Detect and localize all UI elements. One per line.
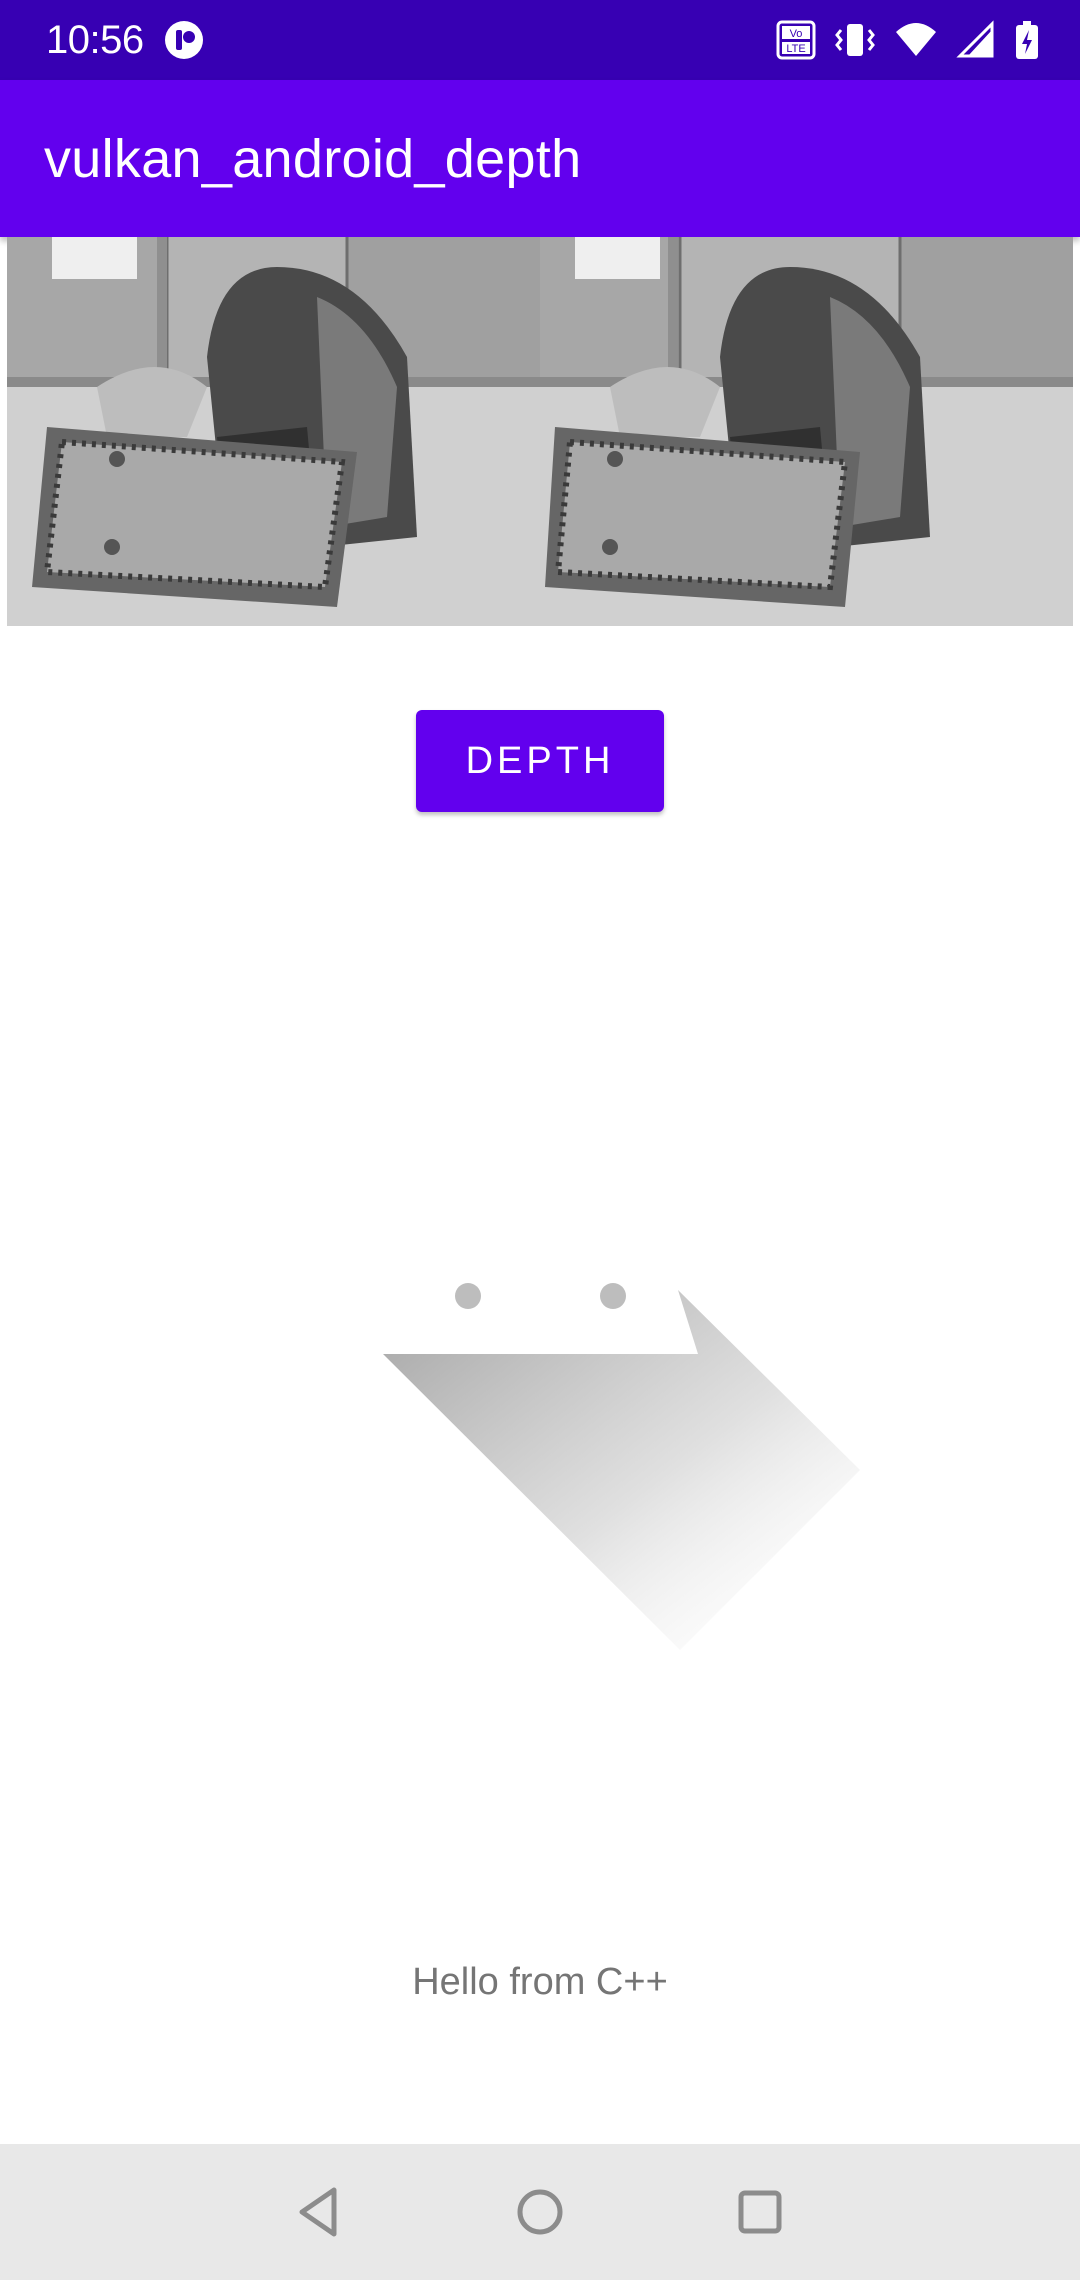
recents-icon[interactable] <box>730 2182 790 2242</box>
back-icon[interactable] <box>290 2182 350 2242</box>
home-icon[interactable] <box>510 2182 570 2242</box>
signal-icon <box>956 20 994 58</box>
stereo-image-row <box>7 237 1073 626</box>
app-notification-icon <box>165 21 203 59</box>
app-bar: vulkan_android_depth <box>0 80 1080 237</box>
volte-icon: Vo LTE <box>776 20 816 60</box>
right-stereo-image <box>540 237 1073 626</box>
left-stereo-image <box>7 237 540 626</box>
vibrate-icon <box>835 24 875 56</box>
placeholder-graphic <box>383 1283 860 1650</box>
result-text: Hello from C++ <box>412 1961 668 2003</box>
svg-text:Vo: Vo <box>790 28 803 40</box>
depth-result-view <box>0 1220 1080 1700</box>
app-title: vulkan_android_depth <box>44 129 582 189</box>
status-time: 10:56 <box>46 18 144 62</box>
depth-button[interactable]: DEPTH <box>416 710 664 812</box>
status-bar: 10:56 Vo LTE <box>0 0 1080 80</box>
wifi-icon <box>896 23 936 56</box>
battery-charging-icon <box>1016 21 1038 59</box>
navigation-bar <box>0 2144 1080 2280</box>
svg-text:LTE: LTE <box>786 43 805 55</box>
status-icons: Vo LTE <box>776 18 1040 62</box>
